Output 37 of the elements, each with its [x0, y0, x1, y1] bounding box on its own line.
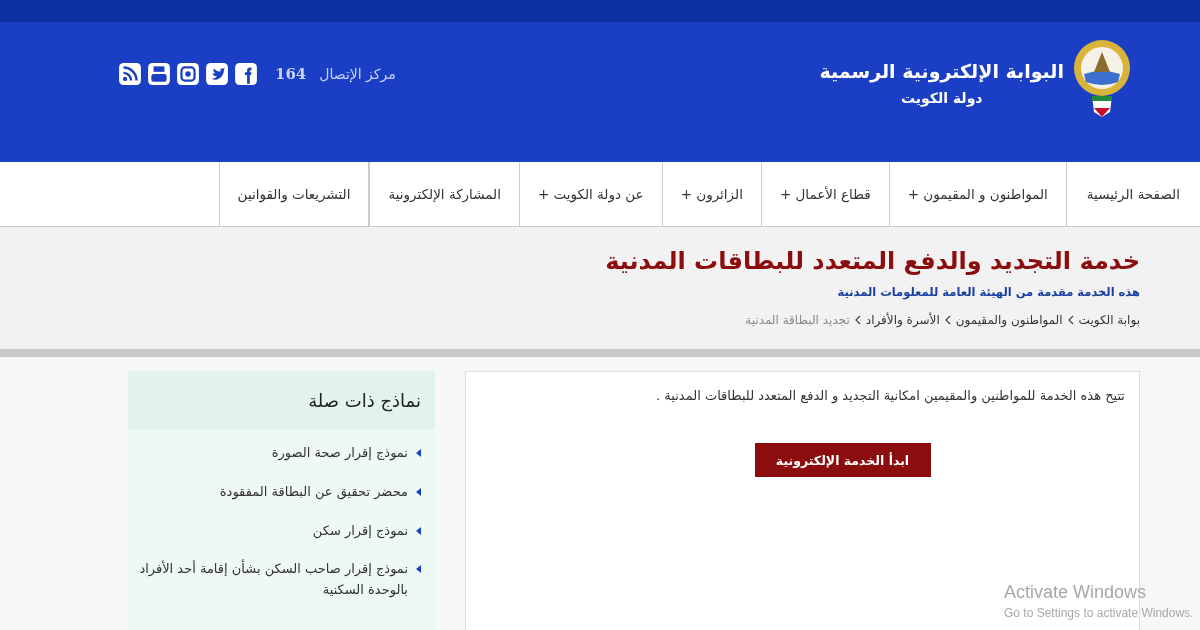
provider-note: هذه الخدمة مقدمة من الهيئة العامة للمعلومات المدنية — [836, 285, 1140, 299]
form-link[interactable]: نموذج إقرار سكن — [312, 520, 408, 542]
facebook-icon[interactable] — [234, 62, 258, 86]
nav-tab[interactable]: الصفحة الرئيسية — [1065, 162, 1200, 226]
page-title: خدمة التجديد والدفع المتعدد للبطاقات المدنية — [604, 247, 1140, 275]
form-link[interactable]: نموذج إقرار صاحب السكن بشأن إقامة أحد الأفراد بالوحدة السكنية — [128, 559, 408, 601]
bullet-icon — [416, 449, 421, 457]
chevron-icon — [944, 315, 951, 325]
site-subtitle: دولة الكويت — [900, 90, 983, 106]
instagram-icon[interactable] — [176, 62, 200, 86]
chevron-icon — [1067, 315, 1074, 325]
nav-tab[interactable]: المشاركة الإلكترونية — [369, 162, 519, 226]
service-description: تتيح هذه الخدمة للمواطنين والمقيمين امكانية التجديد و الدفع المتعدد للبطاقات المدنية . — [655, 388, 1125, 403]
nav-tab[interactable]: المواطنون و المقيمون + — [888, 162, 1066, 226]
sidebar-title: نماذج ذات صلة — [128, 371, 435, 429]
form-link[interactable]: محضر تحقيق عن البطاقة المفقودة — [219, 481, 408, 503]
bullet-icon — [416, 487, 421, 496]
breadcrumb-link[interactable]: الأسرة والأفراد — [865, 313, 940, 327]
twitter-icon[interactable] — [205, 62, 229, 86]
emblem-icon — [1072, 38, 1132, 118]
contact-label: مركز الإتصال — [319, 66, 396, 82]
nav-tab[interactable]: عن دولة الكويت + — [518, 162, 662, 226]
nav-tab[interactable]: التشريعات والقوانين — [218, 162, 370, 226]
contact-number: 164 — [275, 65, 307, 83]
nav-tab[interactable]: الزائرون + — [661, 162, 761, 226]
start-service-button[interactable]: ابدأ الخدمة الإلكترونية — [754, 443, 931, 477]
bullet-icon — [416, 526, 421, 535]
site-title: البوابة الإلكترونية الرسمية — [819, 60, 1064, 82]
activation-title: Activate Windows — [1004, 582, 1148, 603]
breadcrumb-link[interactable]: المواطنون والمقيمون — [955, 313, 1063, 327]
bullet-icon — [416, 565, 421, 574]
activation-hint: Go to Settings to activate Windows. — [1004, 606, 1194, 620]
breadcrumb-link[interactable]: بوابة الكويت — [1078, 313, 1140, 327]
nav-tab[interactable]: قطاع الأعمال + — [760, 162, 889, 226]
form-link[interactable]: نموذج إقرار صحة الصورة — [271, 443, 408, 464]
rss-icon[interactable] — [118, 62, 142, 86]
chevron-icon — [854, 315, 861, 325]
